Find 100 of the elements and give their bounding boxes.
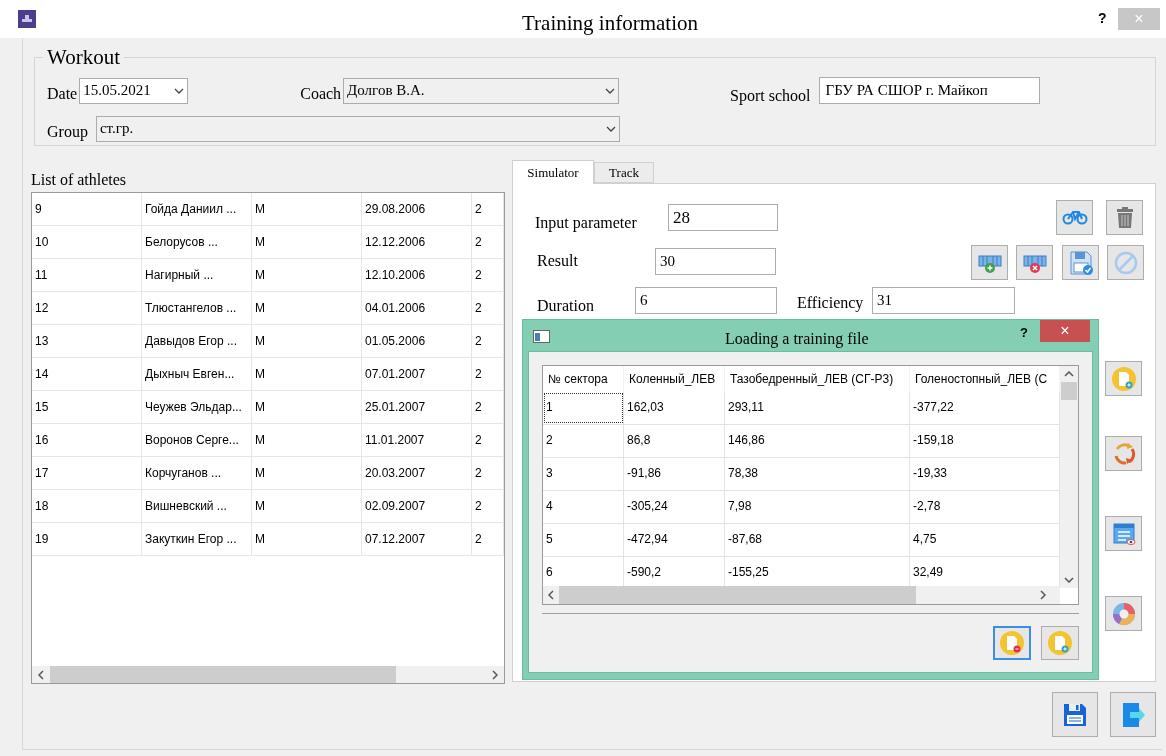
table-cell: М xyxy=(252,457,362,489)
group-dropdown[interactable]: ст.гр. xyxy=(95,115,620,142)
table-cell: Чеужев Эльдар... xyxy=(142,391,252,423)
donut-chart-icon xyxy=(1110,600,1137,627)
help-button[interactable]: ? xyxy=(1020,323,1028,343)
table-cell: -305,24 xyxy=(624,491,725,523)
table-cell: 01.05.2006 xyxy=(362,325,472,357)
table-cell: 2 xyxy=(543,425,624,457)
app-icon xyxy=(18,10,36,28)
table-cell: 04.01.2006 xyxy=(362,292,472,324)
text-field[interactable]: 6 xyxy=(635,287,777,314)
table-cell: 11 xyxy=(32,259,142,291)
group-title: Workout xyxy=(46,44,121,71)
table-cell: 15 xyxy=(32,391,142,423)
chevron-down-icon xyxy=(605,125,616,132)
field-label: Group xyxy=(47,121,88,143)
tab[interactable]: Track xyxy=(594,162,654,183)
table-cell: 2 xyxy=(472,358,504,390)
column-header[interactable]: Тазобедренный_ЛЕВ (СГ-Р3) xyxy=(725,366,910,392)
table-cell: 2 xyxy=(472,424,504,456)
table-cell: М xyxy=(252,424,362,456)
exit-button[interactable] xyxy=(1110,692,1156,737)
save-button[interactable] xyxy=(1052,692,1098,737)
donut-chart-button[interactable] xyxy=(1105,596,1142,631)
table-cell: 07.12.2007 xyxy=(362,523,472,555)
help-button[interactable]: ? xyxy=(1098,8,1107,29)
table-cell: М xyxy=(252,259,362,291)
prohibited-button[interactable] xyxy=(1107,245,1144,280)
chevron-up-icon xyxy=(1064,371,1074,377)
text-field[interactable]: 31 xyxy=(872,287,1015,314)
floppy-check-button[interactable] xyxy=(1062,245,1099,280)
scrollbar-thumb[interactable] xyxy=(50,666,396,683)
prohibited-icon xyxy=(1112,249,1139,276)
table-cell: 1 xyxy=(543,392,624,424)
table-cell: Воронов Серге... xyxy=(142,424,252,456)
table-cell: М xyxy=(252,226,362,258)
field-label: Efficiency xyxy=(797,293,864,314)
table-cell: 25.01.2007 xyxy=(362,391,472,423)
table-cell: 17 xyxy=(32,457,142,489)
table-cell: Гойда Даниил ... xyxy=(142,193,252,225)
table-cell: 2 xyxy=(472,490,504,522)
table-cell: 2 xyxy=(472,259,504,291)
rail-add-button[interactable] xyxy=(971,245,1008,280)
text-field[interactable]: ГБУ РА СШОР г. Майкоп xyxy=(818,77,1040,104)
table-cell: -87,68 xyxy=(725,524,910,556)
scrollbar-thumb[interactable] xyxy=(1061,382,1077,400)
window-icon xyxy=(533,330,550,343)
list-view-button[interactable] xyxy=(1105,516,1142,551)
table-cell: Корчуганов ... xyxy=(142,457,252,489)
table-cell: 18 xyxy=(32,490,142,522)
table-cell: 10 xyxy=(32,226,142,258)
table-cell: 20.03.2007 xyxy=(362,457,472,489)
date-picker[interactable]: 15.05.2021 xyxy=(79,77,189,104)
section-title: List of athletes xyxy=(31,170,128,190)
field-label: Input parameter xyxy=(535,213,637,234)
exit-icon xyxy=(1120,701,1146,728)
close-button[interactable]: × xyxy=(1040,320,1090,342)
dialog-title: Loading a training file xyxy=(725,329,869,350)
document-add-button[interactable] xyxy=(1041,626,1079,660)
table-cell: Давыдов Егор ... xyxy=(142,325,252,357)
table-cell: 2 xyxy=(472,391,504,423)
document-add-icon xyxy=(1110,365,1137,392)
table-cell: М xyxy=(252,292,362,324)
cycle-arrows-button[interactable] xyxy=(1105,436,1142,471)
column-header[interactable]: № сектора xyxy=(543,366,624,392)
table-cell: М xyxy=(252,391,362,423)
field-label: Coach xyxy=(300,83,342,104)
coach-dropdown[interactable]: Долгов В.А. xyxy=(343,77,620,104)
table-cell: 7,98 xyxy=(725,491,910,523)
text-field[interactable]: 28 xyxy=(668,204,778,231)
table-cell: Нагирный ... xyxy=(142,259,252,291)
rail-remove-button[interactable] xyxy=(1016,245,1053,280)
bicycle-button[interactable] xyxy=(1056,200,1093,235)
document-add-button[interactable] xyxy=(1105,361,1142,396)
text-field[interactable]: 30 xyxy=(655,248,776,275)
table-cell: -91,86 xyxy=(624,458,725,490)
document-remove-button[interactable] xyxy=(993,626,1031,660)
table-cell: 162,03 xyxy=(624,392,725,424)
column-header[interactable]: Коленный_ЛЕВ xyxy=(624,366,725,392)
table-cell: Белорусов ... xyxy=(142,226,252,258)
field-label: Sport school xyxy=(730,85,811,107)
chevron-right-icon xyxy=(492,669,498,680)
floppy-check-icon xyxy=(1067,249,1094,276)
table-cell: М xyxy=(252,193,362,225)
table-cell: 2 xyxy=(472,325,504,357)
table-cell: 19 xyxy=(32,523,142,555)
tab[interactable]: Simulator xyxy=(512,160,594,184)
window-title: Training information xyxy=(522,10,698,37)
horizontal-scrollbar[interactable] xyxy=(543,586,1060,604)
horizontal-scrollbar[interactable] xyxy=(32,666,504,683)
chevron-down-icon xyxy=(605,87,616,94)
table-cell: 2 xyxy=(472,457,504,489)
table-cell: -472,94 xyxy=(624,524,725,556)
save-icon xyxy=(1062,701,1088,728)
vertical-scrollbar[interactable] xyxy=(1060,366,1078,588)
field-label: Date xyxy=(47,83,78,104)
scrollbar-thumb[interactable] xyxy=(559,586,916,604)
trash-button[interactable] xyxy=(1106,200,1143,235)
table-cell: 9 xyxy=(32,193,142,225)
chevron-right-icon xyxy=(1040,590,1046,600)
